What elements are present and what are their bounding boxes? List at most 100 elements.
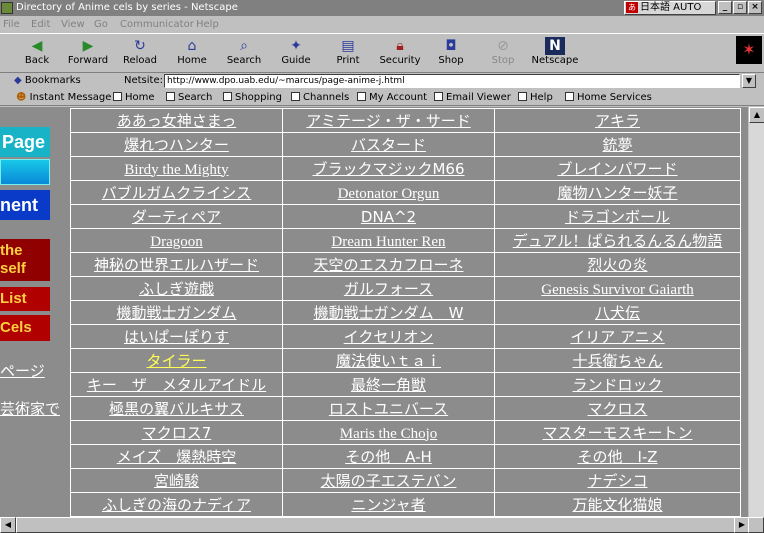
- series-link[interactable]: デュアル！ぱられるんるん物語: [513, 232, 723, 250]
- ptb-shopping[interactable]: Shopping: [223, 89, 282, 106]
- series-link[interactable]: バスタード: [351, 136, 426, 154]
- series-link[interactable]: 機動戦士ガンダム W: [314, 304, 464, 322]
- ptb-channels[interactable]: Channels: [291, 89, 349, 106]
- ptb-my-account[interactable]: My Account: [357, 89, 427, 106]
- menu-view[interactable]: View: [61, 16, 85, 33]
- series-link[interactable]: キー ザ メタルアイドル: [87, 376, 266, 394]
- series-link[interactable]: Birdy the Mighty: [124, 162, 228, 178]
- series-link[interactable]: ブラックマジックM66: [312, 160, 464, 178]
- series-link[interactable]: ふしぎの海のナディア: [102, 496, 251, 514]
- series-link[interactable]: 宮崎駿: [154, 472, 199, 490]
- menu-file[interactable]: File: [3, 16, 20, 33]
- vertical-scrollbar[interactable]: ▲: [748, 107, 764, 517]
- series-link[interactable]: ナデシコ: [587, 472, 647, 490]
- series-link[interactable]: メイズ 爆熱時空: [117, 448, 237, 466]
- menu-communicator[interactable]: Communicator: [120, 16, 194, 33]
- series-link[interactable]: 魔法使いｔａｉ: [336, 352, 441, 370]
- search-button[interactable]: ⌕ Search: [218, 37, 270, 71]
- nav-button-blank[interactable]: [0, 159, 50, 185]
- series-link[interactable]: Maris the Chojo: [340, 426, 438, 442]
- print-button[interactable]: ▤ Print: [322, 37, 374, 71]
- horizontal-scrollbar[interactable]: ◀ ▶: [0, 517, 764, 533]
- series-link[interactable]: Dragoon: [150, 234, 203, 250]
- menu-help[interactable]: Help: [196, 16, 219, 33]
- ptb-search[interactable]: Search: [166, 89, 212, 106]
- series-link[interactable]: 機動戦士ガンダム: [116, 304, 236, 322]
- series-link[interactable]: Genesis Survivor Gaiarth: [541, 282, 693, 298]
- series-link[interactable]: その他 I-Z: [577, 448, 657, 466]
- nav-button-list[interactable]: List: [0, 287, 50, 311]
- nav-link-artist-jp[interactable]: 芸術家で: [0, 398, 60, 419]
- series-link[interactable]: 八犬伝: [595, 304, 640, 322]
- scroll-left-button[interactable]: ◀: [0, 517, 16, 533]
- series-link[interactable]: 銃夢: [602, 136, 632, 154]
- series-link[interactable]: 最終一角獣: [351, 376, 426, 394]
- ptb-email-viewer[interactable]: Email Viewer: [434, 89, 511, 106]
- series-link[interactable]: ガルフォース: [344, 280, 433, 298]
- ptb-home[interactable]: Home: [113, 89, 155, 106]
- nav-button-self[interactable]: the self: [0, 239, 50, 281]
- maximize-button[interactable]: ▫: [733, 1, 747, 14]
- series-link[interactable]: ブレインパワード: [557, 160, 677, 178]
- horizontal-scroll-thumb[interactable]: [16, 517, 750, 533]
- menu-edit[interactable]: Edit: [31, 16, 50, 33]
- series-link[interactable]: ふしぎ遊戯: [139, 280, 214, 298]
- series-link[interactable]: マクロス7: [142, 424, 212, 442]
- netscape-button[interactable]: N Netscape: [529, 37, 581, 71]
- series-link[interactable]: 神秘の世界エルハザード: [94, 256, 259, 274]
- series-link[interactable]: 爆れつハンター: [124, 136, 229, 154]
- ptb-help[interactable]: Help: [518, 89, 553, 106]
- reload-button[interactable]: ↻ Reload: [114, 37, 166, 71]
- series-link[interactable]: 極黒の翼バルキサス: [109, 400, 244, 418]
- series-link[interactable]: はいぱーぽりす: [124, 328, 229, 346]
- ptb-home-services[interactable]: Home Services: [565, 89, 652, 106]
- stop-button[interactable]: ⊘ Stop: [477, 37, 529, 71]
- home-button[interactable]: ⌂ Home: [166, 37, 218, 71]
- nav-button-cels[interactable]: Cels: [0, 315, 50, 341]
- nav-button-page[interactable]: Page: [0, 127, 50, 157]
- nav-link-page-jp[interactable]: ページ: [0, 360, 45, 381]
- guide-button[interactable]: ✦ Guide: [270, 37, 322, 71]
- series-link[interactable]: アミテージ・ザ・サード: [306, 112, 470, 130]
- series-link[interactable]: タイラー: [146, 352, 206, 370]
- url-dropdown-button[interactable]: ▼: [742, 74, 756, 88]
- ime-indicator[interactable]: あ日本語 AUTO: [624, 1, 716, 15]
- table-row: 爆れつハンター バスタード 銃夢: [70, 132, 741, 157]
- close-button[interactable]: ×: [748, 1, 762, 14]
- ptb-instant-message[interactable]: ☻ Instant Message: [16, 89, 111, 106]
- series-link[interactable]: ダーティペア: [132, 208, 221, 226]
- series-link[interactable]: イクセリオン: [344, 328, 434, 346]
- back-button[interactable]: ◀ Back: [11, 37, 63, 71]
- url-input[interactable]: http://www.dpo.uab.edu/~marcus/page-anim…: [164, 74, 740, 88]
- series-link[interactable]: 太陽の子エステバン: [321, 472, 457, 490]
- series-link[interactable]: イリア アニメ: [570, 328, 664, 346]
- series-link[interactable]: マスターモスキートン: [542, 424, 692, 442]
- nav-button-nent[interactable]: nent: [0, 190, 50, 220]
- netscape-throbber-icon[interactable]: ✶: [736, 36, 762, 64]
- series-link[interactable]: Dream Hunter Ren: [331, 234, 445, 250]
- menu-go[interactable]: Go: [94, 16, 108, 33]
- series-link[interactable]: 烈火の炎: [587, 256, 647, 274]
- series-link[interactable]: 万能文化猫娘: [572, 496, 662, 514]
- series-link[interactable]: アキラ: [595, 112, 640, 130]
- series-link[interactable]: その他 A-H: [345, 448, 432, 466]
- series-link[interactable]: 天空のエスカフローネ: [313, 256, 463, 274]
- security-button[interactable]: 🔒︎ Security: [374, 37, 426, 71]
- series-link[interactable]: ロストユニバース: [329, 400, 448, 418]
- series-link[interactable]: DNA^2: [361, 208, 416, 226]
- forward-button[interactable]: ▶ Forward: [62, 37, 114, 71]
- series-link[interactable]: ああっ女神さまっ: [117, 112, 236, 130]
- series-link[interactable]: バブルガムクライシス: [102, 184, 252, 202]
- minimize-button[interactable]: _: [718, 1, 732, 14]
- scroll-up-button[interactable]: ▲: [749, 107, 764, 123]
- series-link[interactable]: 魔物ハンター妖子: [557, 184, 677, 202]
- series-link[interactable]: 十兵衛ちゃん: [572, 352, 662, 370]
- series-link[interactable]: ニンジャ者: [351, 496, 425, 514]
- bookmarks-button[interactable]: ◆ Bookmarks: [14, 73, 81, 89]
- table-cell: 神秘の世界エルハザード: [70, 252, 283, 277]
- series-link[interactable]: ランドロック: [572, 376, 662, 394]
- series-link[interactable]: マクロス: [587, 400, 647, 418]
- shop-button[interactable]: ◘ Shop: [425, 37, 477, 71]
- series-link[interactable]: ドラゴンボール: [565, 208, 670, 226]
- series-link[interactable]: Detonator Orgun: [338, 186, 440, 202]
